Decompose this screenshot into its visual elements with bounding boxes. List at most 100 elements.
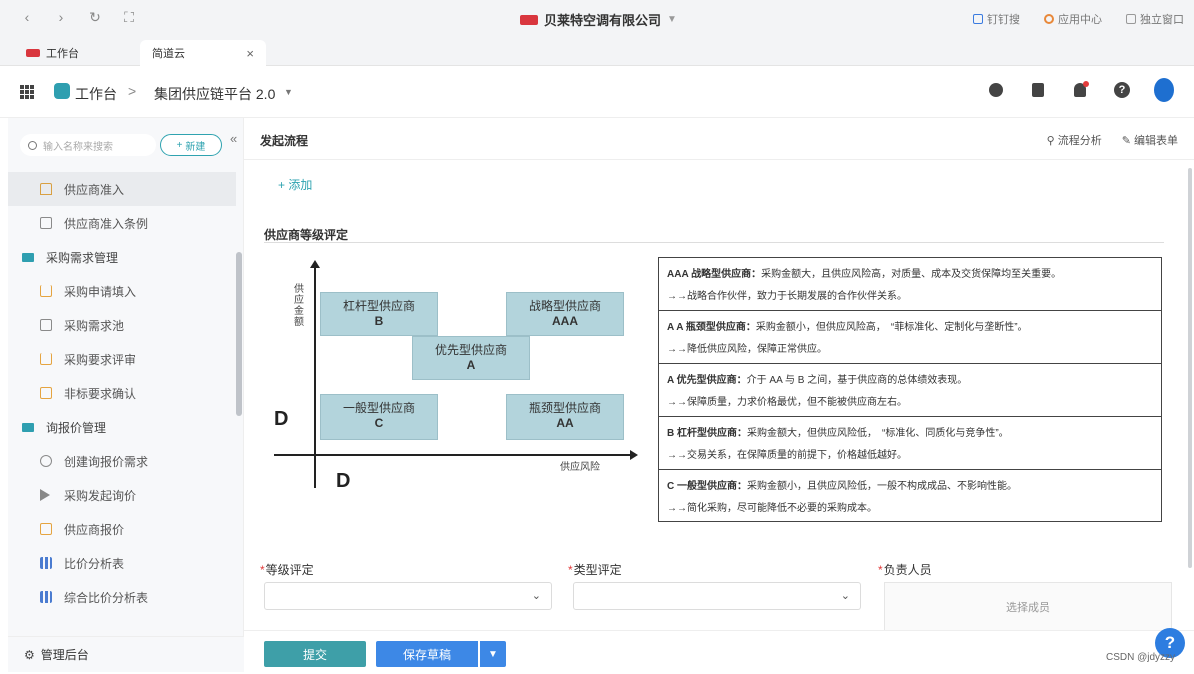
bar-chart-icon — [40, 591, 52, 603]
sidebar-item-overall-compare[interactable]: 综合比价分析表 — [8, 580, 236, 614]
submit-button[interactable]: 提交 — [264, 641, 366, 667]
company-name: 贝莱特空调有限公司 — [544, 13, 662, 28]
sidebar-item-nonstandard-confirm[interactable]: 非标要求确认 — [8, 376, 236, 410]
apps-grid-icon[interactable] — [20, 85, 34, 99]
compass-icon[interactable] — [986, 80, 1006, 100]
main-scrollbar[interactable] — [1188, 168, 1192, 568]
folder-icon — [22, 422, 34, 432]
reload-icon[interactable]: ↻ — [86, 9, 104, 26]
matrix-corner-label: D — [274, 408, 289, 430]
form-footer: 提交 保存草稿 ▼ — [244, 630, 1194, 674]
breadcrumb-separator: > — [128, 83, 137, 99]
sidebar-item-supplier-quote[interactable]: 供应商报价 — [8, 512, 236, 546]
sidebar-item-demand-pool[interactable]: 采购需求池 — [8, 308, 236, 342]
grade-field-label: *等级评定 — [260, 563, 314, 577]
back-icon[interactable]: ‹ — [18, 9, 36, 26]
chevron-down-icon[interactable]: ▼ — [284, 87, 293, 97]
dingding-search-button[interactable]: 钉钉搜 — [973, 11, 1020, 27]
sidebar-item-access-rules[interactable]: 供应商准入条例 — [8, 206, 236, 240]
tab-bar: 工作台 简道云 × — [0, 38, 1194, 66]
company-switcher[interactable]: 贝莱特空调有限公司 ▼ — [520, 10, 677, 29]
member-picker[interactable]: 选择成员 — [884, 582, 1172, 632]
search-icon — [28, 140, 37, 150]
app-center-button[interactable]: 应用中心 — [1044, 11, 1102, 27]
breadcrumb-workspace[interactable]: 工作台 — [75, 84, 117, 104]
sidebar-group-purchase-demand[interactable]: 采购需求管理 — [8, 240, 236, 274]
grade-select[interactable]: ⌄ — [264, 582, 552, 610]
plus-icon: + — [176, 139, 183, 151]
matrix-y-label: 供应金额 — [294, 284, 304, 328]
page-title: 发起流程 — [260, 134, 309, 148]
breadcrumb-platform[interactable]: 集团供应链平台 2.0 — [154, 84, 275, 104]
main-content: 发起流程 ⚲ 流程分析 ✎ 编辑表单 + 添加 供应商等级评定 供应金额 供应风… — [244, 118, 1194, 674]
admin-link[interactable]: ⚙ 管理后台 — [8, 636, 244, 672]
badge-icon — [40, 387, 52, 399]
badge-icon — [40, 523, 52, 535]
help-icon[interactable]: ? — [1112, 80, 1132, 100]
bell-icon[interactable] — [1070, 80, 1090, 100]
header-actions: ? — [986, 78, 1174, 102]
edit-form-button[interactable]: ✎ 编辑表单 — [1122, 132, 1178, 148]
forward-icon[interactable]: › — [52, 9, 70, 26]
search-placeholder: 输入名称来搜索 — [43, 141, 113, 153]
book-icon[interactable] — [1028, 80, 1048, 100]
home-icon — [40, 183, 52, 195]
search-box-icon — [973, 14, 983, 24]
table-row: A A 瓶颈型供应商：采购金额小，但供应风险高， “菲标准化、定制化与垄断性”。… — [659, 311, 1161, 364]
save-draft-button[interactable]: 保存草稿 — [376, 641, 478, 667]
company-logo-icon — [520, 14, 538, 25]
flow-icon: ⚲ — [1046, 135, 1058, 147]
flow-analysis-button[interactable]: ⚲ 流程分析 — [1047, 132, 1102, 148]
bar-chart-icon — [40, 557, 52, 569]
type-select[interactable]: ⌄ — [573, 582, 861, 610]
window-icon[interactable]: ⛶ — [120, 9, 138, 26]
sidebar-item-create-inquiry[interactable]: 创建询报价需求 — [8, 444, 236, 478]
chevron-down-icon[interactable]: ▼ — [480, 641, 506, 667]
table-row: AAA 战略型供应商：采购金额大，且供应风险高，对质量、成本及交货保障均至关重要… — [659, 258, 1161, 311]
sidebar-item-supplier-access[interactable]: 供应商准入 — [8, 172, 236, 206]
type-field-label: *类型评定 — [568, 563, 622, 577]
matrix-x-axis — [274, 450, 638, 460]
browser-nav: ‹ › ↻ ⛶ — [18, 9, 138, 26]
matrix-cell-strategic: 战略型供应商 AAA — [506, 292, 624, 336]
sidebar-item-purchase-apply[interactable]: 采购申请填入 — [8, 274, 236, 308]
sidebar-scrollbar[interactable] — [236, 252, 242, 416]
tag-icon — [40, 455, 52, 467]
section-title: 供应商等级评定 — [264, 228, 349, 242]
document-icon — [40, 217, 52, 229]
section-divider — [264, 242, 1164, 243]
watermark: CSDN @jdyzzy — [1106, 652, 1176, 663]
app-center-icon — [1044, 14, 1054, 24]
browser-toolbar: ‹ › ↻ ⛶ 贝莱特空调有限公司 ▼ 钉钉搜 应用中心 独立窗口 — [0, 0, 1194, 38]
new-button[interactable]: + 新建 — [160, 134, 222, 156]
folder-icon — [22, 252, 34, 262]
app-header: 工作台 > 集团供应链平台 2.0 ▼ ? — [0, 66, 1194, 118]
avatar[interactable] — [1154, 78, 1174, 102]
sidebar-item-demand-review[interactable]: 采购要求评审 — [8, 342, 236, 376]
tab-workspace[interactable]: 工作台 — [14, 40, 134, 66]
tab-jiandaoyun[interactable]: 简道云 × — [140, 40, 266, 66]
chevron-down-icon: ▼ — [667, 14, 677, 25]
workspace-icon — [54, 83, 70, 99]
table-row: B 杠杆型供应商：采购金额大，但供应风险低， “标准化、同质化与竞争性”。 →→… — [659, 417, 1161, 470]
main-actions: ⚲ 流程分析 ✎ 编辑表单 — [1047, 132, 1178, 148]
pencil-icon: ✎ — [1121, 135, 1134, 147]
grade-description-table: AAA 战略型供应商：采购金额大，且供应风险高，对质量、成本及交货保障均至关重要… — [658, 257, 1162, 522]
main-toolbar: 发起流程 ⚲ 流程分析 ✎ 编辑表单 — [244, 118, 1194, 160]
sidebar-item-launch-inquiry[interactable]: 采购发起询价 — [8, 478, 236, 512]
matrix-cell-bottleneck: 瓶颈型供应商 AA — [506, 394, 624, 440]
collapse-sidebar-icon[interactable]: « — [230, 131, 237, 146]
close-icon[interactable]: × — [246, 46, 254, 61]
standalone-window-button[interactable]: 独立窗口 — [1126, 11, 1184, 27]
supplier-matrix: 供应金额 供应风险 D D 杠杆型供应商 B 战略型供应商 AAA 优先型供应商 A … — [274, 258, 640, 492]
workspace-logo-icon — [26, 49, 40, 57]
sidebar: 输入名称来搜索 + 新建 供应商准入 供应商准入条例 采购需求管理 采购申请填入… — [8, 118, 244, 636]
sidebar-search-input[interactable]: 输入名称来搜索 — [20, 134, 156, 156]
sidebar-item-price-compare[interactable]: 比价分析表 — [8, 546, 236, 580]
add-button[interactable]: + 添加 — [278, 176, 312, 193]
play-icon — [40, 489, 50, 501]
sidebar-group-inquiry[interactable]: 询报价管理 — [8, 410, 236, 444]
chevron-down-icon: ⌄ — [840, 590, 850, 602]
table-row: A 优先型供应商：介于 AA 与 B 之间，基于供应商的总体绩效表现。 →→保障… — [659, 364, 1161, 417]
cart-icon — [40, 353, 52, 365]
